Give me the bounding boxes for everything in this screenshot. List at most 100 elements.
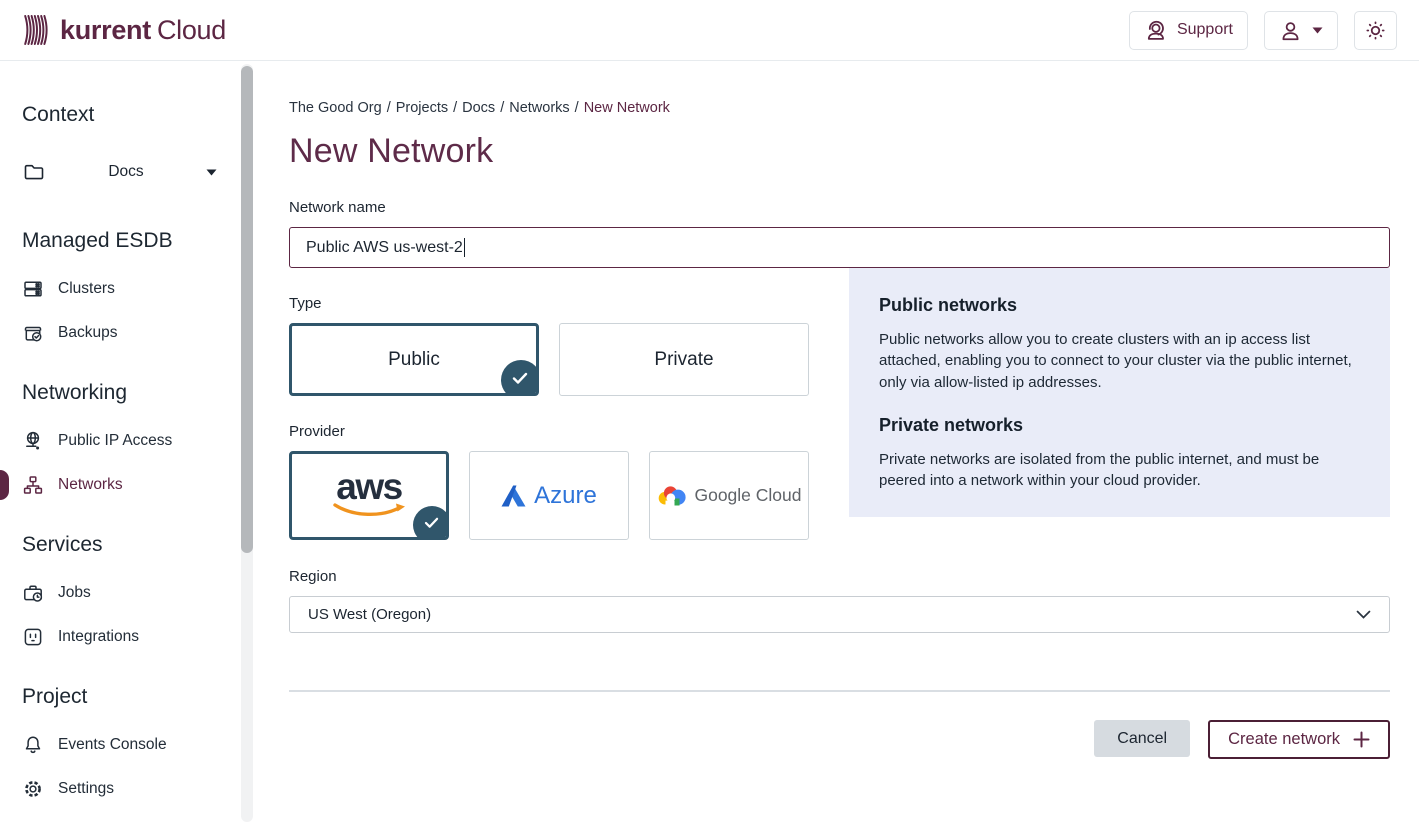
sidebar-item-jobs[interactable]: Jobs bbox=[0, 581, 257, 605]
google-cloud-icon bbox=[656, 485, 687, 506]
breadcrumb-current: New Network bbox=[584, 100, 670, 116]
kurrent-cloud-logo[interactable]: kurrentCloud bbox=[22, 12, 226, 48]
provider-option-aws[interactable]: aws bbox=[289, 451, 449, 540]
clusters-icon bbox=[22, 278, 44, 300]
sidebar-item-label: Clusters bbox=[58, 280, 115, 298]
breadcrumb-link-projects[interactable]: Projects bbox=[396, 100, 448, 116]
azure-logo-text: Azure bbox=[534, 482, 597, 510]
breadcrumb-separator: / bbox=[500, 100, 504, 116]
sidebar-item-label: Backups bbox=[58, 324, 117, 342]
network-name-label: Network name bbox=[289, 199, 1390, 216]
support-button[interactable]: Support bbox=[1129, 11, 1248, 50]
backup-box-check-icon bbox=[22, 322, 44, 344]
sidebar-heading-networking: Networking bbox=[0, 381, 257, 405]
region-select[interactable]: US West (Oregon) bbox=[289, 596, 1390, 633]
gear-icon bbox=[22, 778, 44, 800]
aws-logo: aws bbox=[330, 472, 408, 519]
power-outlet-icon bbox=[22, 626, 44, 648]
folder-icon bbox=[22, 160, 46, 184]
sidebar-item-label: Networks bbox=[58, 476, 123, 494]
support-label: Support bbox=[1177, 21, 1233, 39]
sidebar-scrollbar-track[interactable] bbox=[241, 64, 253, 822]
logo-word: kurrent bbox=[60, 15, 151, 45]
sidebar-item-settings[interactable]: Settings bbox=[0, 777, 257, 801]
support-agent-icon bbox=[1144, 19, 1167, 42]
provider-label: Provider bbox=[289, 423, 809, 440]
theme-toggle-button[interactable] bbox=[1354, 11, 1397, 50]
sidebar-heading-services: Services bbox=[0, 533, 257, 557]
breadcrumb-link-networks[interactable]: Networks bbox=[509, 100, 569, 116]
caret-down-icon bbox=[206, 169, 217, 176]
cancel-button[interactable]: Cancel bbox=[1094, 720, 1190, 757]
network-types-info-panel: Public networks Public networks allow yo… bbox=[849, 268, 1390, 517]
sidebar-item-events-console[interactable]: Events Console bbox=[0, 733, 257, 757]
aws-logo-text: aws bbox=[336, 472, 401, 502]
breadcrumb: The Good Org / Projects / Docs / Networks / New … bbox=[289, 100, 1390, 116]
footer-actions: Cancel Create network bbox=[289, 720, 1390, 759]
google-cloud-logo: Google Cloud bbox=[656, 485, 801, 506]
app-window: kurrentCloud Support bbox=[0, 0, 1419, 825]
sidebar-item-label: Settings bbox=[58, 780, 114, 798]
create-network-label: Create network bbox=[1228, 730, 1340, 749]
sidebar-heading-managed-esdb: Managed ESDB bbox=[0, 229, 257, 253]
sun-icon bbox=[1364, 19, 1387, 42]
chevron-down-icon bbox=[1312, 27, 1323, 34]
network-name-input[interactable]: Public AWS us-west-2 bbox=[289, 227, 1390, 268]
main-content: The Good Org / Projects / Docs / Networks / New … bbox=[257, 61, 1419, 825]
sidebar-scrollbar-thumb[interactable] bbox=[241, 66, 253, 553]
type-option-label: Private bbox=[654, 349, 713, 371]
selected-checkmark-icon bbox=[501, 360, 539, 396]
breadcrumb-separator: / bbox=[575, 100, 579, 116]
provider-option-azure[interactable]: Azure bbox=[469, 451, 629, 540]
bell-icon bbox=[22, 734, 44, 756]
chevron-down-icon bbox=[1356, 610, 1371, 619]
region-label: Region bbox=[289, 568, 1390, 585]
logo-text: kurrentCloud bbox=[60, 15, 226, 46]
footer-divider bbox=[289, 690, 1390, 692]
sidebar-item-label: Jobs bbox=[58, 584, 91, 602]
sidebar-item-label: Integrations bbox=[58, 628, 139, 646]
create-network-button[interactable]: Create network bbox=[1208, 720, 1390, 759]
provider-option-google-cloud[interactable]: Google Cloud bbox=[649, 451, 809, 540]
breadcrumb-separator: / bbox=[387, 100, 391, 116]
region-selected-value: US West (Oregon) bbox=[308, 606, 431, 623]
breadcrumb-link-docs[interactable]: Docs bbox=[462, 100, 495, 116]
sidebar-heading-project: Project bbox=[0, 685, 257, 709]
plus-icon bbox=[1353, 731, 1370, 748]
info-public-heading: Public networks bbox=[879, 295, 1360, 316]
google-cloud-logo-text: Google Cloud bbox=[694, 485, 801, 506]
sidebar-item-integrations[interactable]: Integrations bbox=[0, 625, 257, 649]
breadcrumb-link-org[interactable]: The Good Org bbox=[289, 100, 382, 116]
context-selector[interactable]: Docs bbox=[22, 151, 217, 193]
text-cursor bbox=[464, 238, 466, 257]
type-label: Type bbox=[289, 295, 809, 312]
user-icon bbox=[1279, 19, 1302, 42]
sitemap-icon bbox=[22, 474, 44, 496]
user-menu-button[interactable] bbox=[1264, 11, 1338, 50]
azure-logo: Azure bbox=[501, 482, 597, 510]
type-option-private[interactable]: Private bbox=[559, 323, 809, 396]
active-item-indicator bbox=[0, 470, 9, 500]
briefcase-clock-icon bbox=[22, 582, 44, 604]
globe-network-icon bbox=[22, 430, 44, 452]
sidebar: Context Docs Managed ESDB bbox=[0, 61, 257, 825]
sidebar-item-networks[interactable]: Networks bbox=[0, 473, 257, 497]
info-public-body: Public networks allow you to create clus… bbox=[879, 329, 1360, 393]
sidebar-item-backups[interactable]: Backups bbox=[0, 321, 257, 345]
azure-triangle-icon bbox=[501, 485, 526, 507]
aws-smile-icon bbox=[330, 502, 408, 519]
context-selector-value: Docs bbox=[46, 163, 206, 181]
info-private-body: Private networks are isolated from the p… bbox=[879, 449, 1360, 492]
sidebar-item-label: Events Console bbox=[58, 736, 167, 754]
network-name-value: Public AWS us-west-2 bbox=[306, 239, 463, 257]
sidebar-item-clusters[interactable]: Clusters bbox=[0, 277, 257, 301]
selected-checkmark-icon bbox=[413, 506, 449, 540]
type-option-public[interactable]: Public bbox=[289, 323, 539, 396]
type-option-label: Public bbox=[388, 349, 440, 371]
info-private-heading: Private networks bbox=[879, 415, 1360, 436]
sidebar-heading-context: Context bbox=[0, 103, 257, 127]
breadcrumb-separator: / bbox=[453, 100, 457, 116]
sidebar-item-public-ip-access[interactable]: Public IP Access bbox=[0, 429, 257, 453]
logo-suffix: Cloud bbox=[157, 15, 226, 45]
topbar: kurrentCloud Support bbox=[0, 0, 1419, 61]
